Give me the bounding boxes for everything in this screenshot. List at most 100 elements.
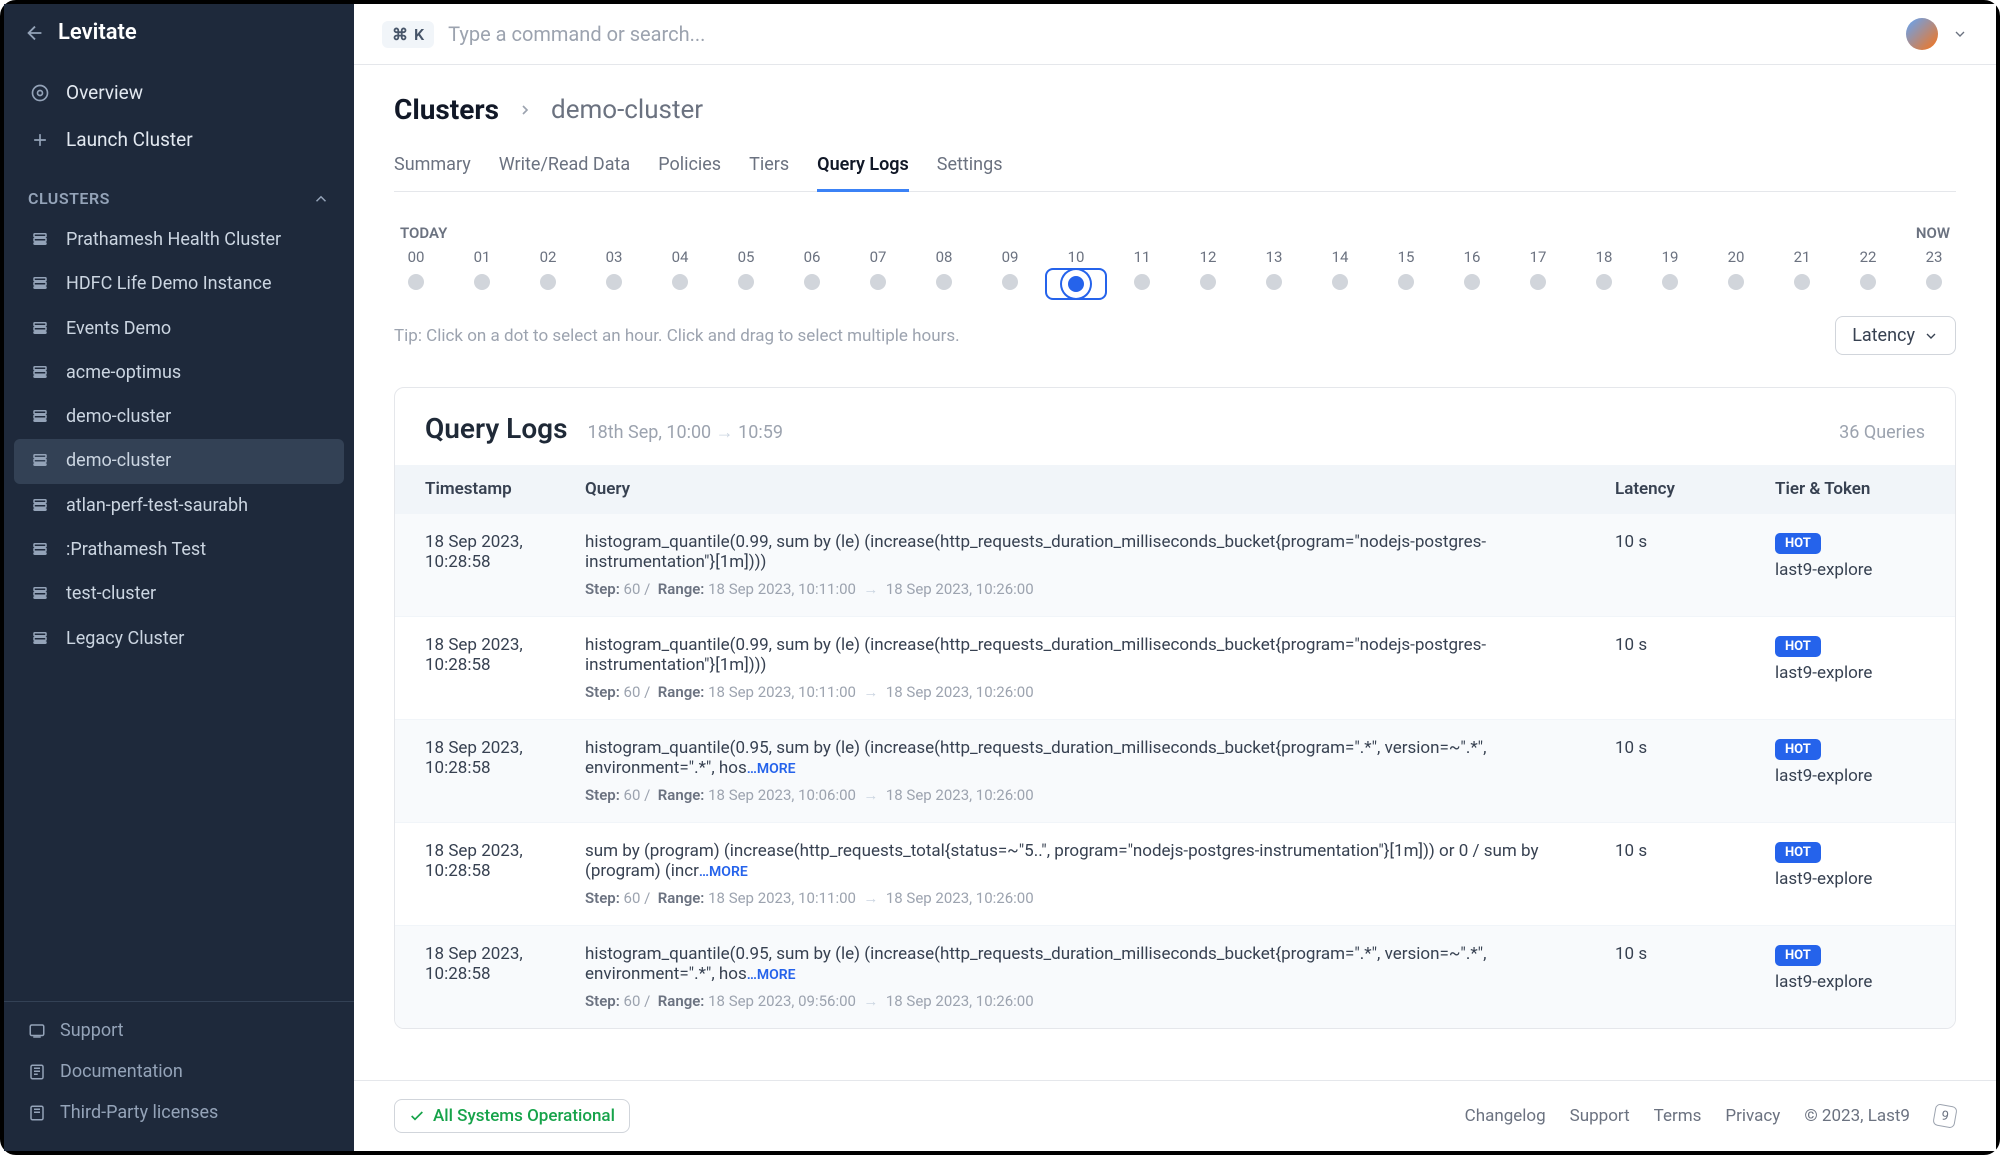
hour-dot[interactable] <box>1332 274 1348 290</box>
tier-cell: HOT last9-explore <box>1775 738 1925 804</box>
timeline: TODAY NOW 000102030405060708091011121314… <box>394 216 1956 369</box>
database-icon <box>28 494 52 514</box>
tab[interactable]: Query Logs <box>817 144 909 192</box>
hour-dot[interactable] <box>1662 274 1678 290</box>
hour-label: 18 <box>1588 248 1620 266</box>
sidebar-footer-item[interactable]: Third-Party licenses <box>4 1092 354 1133</box>
chevron-down-icon[interactable] <box>1952 26 1968 42</box>
panel-range: 18th Sep, 10:00 → 10:59 <box>588 422 783 443</box>
hour-dot[interactable] <box>1002 274 1018 290</box>
hour-dot[interactable] <box>408 274 424 290</box>
table-row: 18 Sep 2023,10:28:58 histogram_quantile(… <box>395 616 1955 719</box>
hour-dot[interactable] <box>1068 276 1084 292</box>
hour-label: 03 <box>598 248 630 266</box>
latency-cell: 10 s <box>1615 738 1775 804</box>
tier-cell: HOT last9-explore <box>1775 841 1925 907</box>
hour-label: 08 <box>928 248 960 266</box>
footer: All Systems Operational Changelog Support… <box>354 1080 1996 1151</box>
nav-label: Overview <box>66 81 143 104</box>
tabs: Summary Write/Read Data Policies Tiers Query… <box>394 144 1956 192</box>
today-label: TODAY <box>400 224 447 242</box>
hour-dot[interactable] <box>1926 274 1942 290</box>
hour-dot[interactable] <box>1728 274 1744 290</box>
hour-label: 02 <box>532 248 564 266</box>
footer-link[interactable]: Privacy <box>1725 1106 1780 1126</box>
hour-dot[interactable] <box>1266 274 1282 290</box>
more-link[interactable]: …MORE <box>747 967 796 983</box>
tab[interactable]: Policies <box>658 144 721 191</box>
clusters-section-header[interactable]: CLUSTERS <box>4 171 354 218</box>
hour-dot[interactable] <box>672 274 688 290</box>
hour-dot[interactable] <box>1794 274 1810 290</box>
latency-cell: 10 s <box>1615 635 1775 701</box>
tab[interactable]: Summary <box>394 144 471 191</box>
hour-label: 06 <box>796 248 828 266</box>
hour-label: 20 <box>1720 248 1752 266</box>
tab[interactable]: Settings <box>937 144 1003 191</box>
sidebar-footer-item[interactable]: Documentation <box>4 1051 354 1092</box>
breadcrumb-leaf: demo-cluster <box>551 95 703 125</box>
nav-overview[interactable]: Overview <box>4 69 354 116</box>
latency-dropdown[interactable]: Latency <box>1835 316 1956 355</box>
hour-label: 14 <box>1324 248 1356 266</box>
hour-dot[interactable] <box>1860 274 1876 290</box>
footer-link[interactable]: Support <box>1570 1106 1630 1126</box>
more-link[interactable]: …MORE <box>747 761 796 777</box>
tier-badge: HOT <box>1775 945 1821 966</box>
tab[interactable]: Write/Read Data <box>499 144 630 191</box>
database-icon <box>28 538 52 558</box>
hour-label: 22 <box>1852 248 1884 266</box>
footer-link[interactable]: Terms <box>1654 1106 1702 1126</box>
hour-dot[interactable] <box>1398 274 1414 290</box>
avatar[interactable] <box>1906 18 1938 50</box>
sidebar-cluster-item[interactable]: Events Demo <box>4 307 354 351</box>
token-label: last9-explore <box>1775 869 1925 889</box>
hour-dot[interactable] <box>738 274 754 290</box>
query-cell: histogram_quantile(0.99, sum by (le) (in… <box>585 635 1615 701</box>
database-icon <box>28 228 52 248</box>
panel-title: Query Logs <box>425 412 568 445</box>
breadcrumb-root[interactable]: Clusters <box>394 93 499 126</box>
tab[interactable]: Tiers <box>749 144 789 191</box>
hour-dot[interactable] <box>606 274 622 290</box>
hour-dot[interactable] <box>870 274 886 290</box>
tier-cell: HOT last9-explore <box>1775 635 1925 701</box>
hour-dot[interactable] <box>936 274 952 290</box>
database-icon <box>28 405 52 425</box>
database-icon <box>28 272 52 292</box>
tier-cell: HOT last9-explore <box>1775 944 1925 1010</box>
sidebar-cluster-item[interactable]: :Prathamesh Test <box>4 528 354 572</box>
sidebar-cluster-item[interactable]: demo-cluster <box>14 439 344 483</box>
more-link[interactable]: …MORE <box>699 864 748 880</box>
sidebar-cluster-item[interactable]: Legacy Cluster <box>4 617 354 661</box>
sidebar-cluster-item[interactable]: Prathamesh Health Cluster <box>4 218 354 262</box>
status-pill[interactable]: All Systems Operational <box>394 1099 630 1133</box>
timestamp-cell: 18 Sep 2023,10:28:58 <box>425 635 585 701</box>
sidebar-cluster-item[interactable]: demo-cluster <box>4 395 354 439</box>
hour-label: 00 <box>400 248 432 266</box>
sidebar-cluster-item[interactable]: test-cluster <box>4 572 354 616</box>
hour-dot[interactable] <box>1596 274 1612 290</box>
hour-label: 19 <box>1654 248 1686 266</box>
sidebar-cluster-item[interactable]: atlan-perf-test-saurabh <box>4 484 354 528</box>
latency-cell: 10 s <box>1615 532 1775 598</box>
hour-dot[interactable] <box>804 274 820 290</box>
back-icon[interactable] <box>24 22 46 44</box>
timestamp-cell: 18 Sep 2023,10:28:58 <box>425 841 585 907</box>
hour-dot[interactable] <box>1200 274 1216 290</box>
search-input[interactable]: Type a command or search... <box>448 22 1892 46</box>
hour-label: 07 <box>862 248 894 266</box>
hour-label: 21 <box>1786 248 1818 266</box>
nav-launch-cluster[interactable]: Launch Cluster <box>4 116 354 163</box>
footer-link[interactable]: Changelog <box>1465 1106 1546 1126</box>
command-shortcut: ⌘ K <box>382 21 434 48</box>
hour-dot[interactable] <box>1464 274 1480 290</box>
hour-dot[interactable] <box>474 274 490 290</box>
hour-dot[interactable] <box>1134 274 1150 290</box>
tier-badge: HOT <box>1775 636 1821 657</box>
hour-dot[interactable] <box>1530 274 1546 290</box>
sidebar-cluster-item[interactable]: acme-optimus <box>4 351 354 395</box>
hour-dot[interactable] <box>540 274 556 290</box>
sidebar-footer-item[interactable]: Support <box>4 1010 354 1051</box>
sidebar-cluster-item[interactable]: HDFC Life Demo Instance <box>4 262 354 306</box>
